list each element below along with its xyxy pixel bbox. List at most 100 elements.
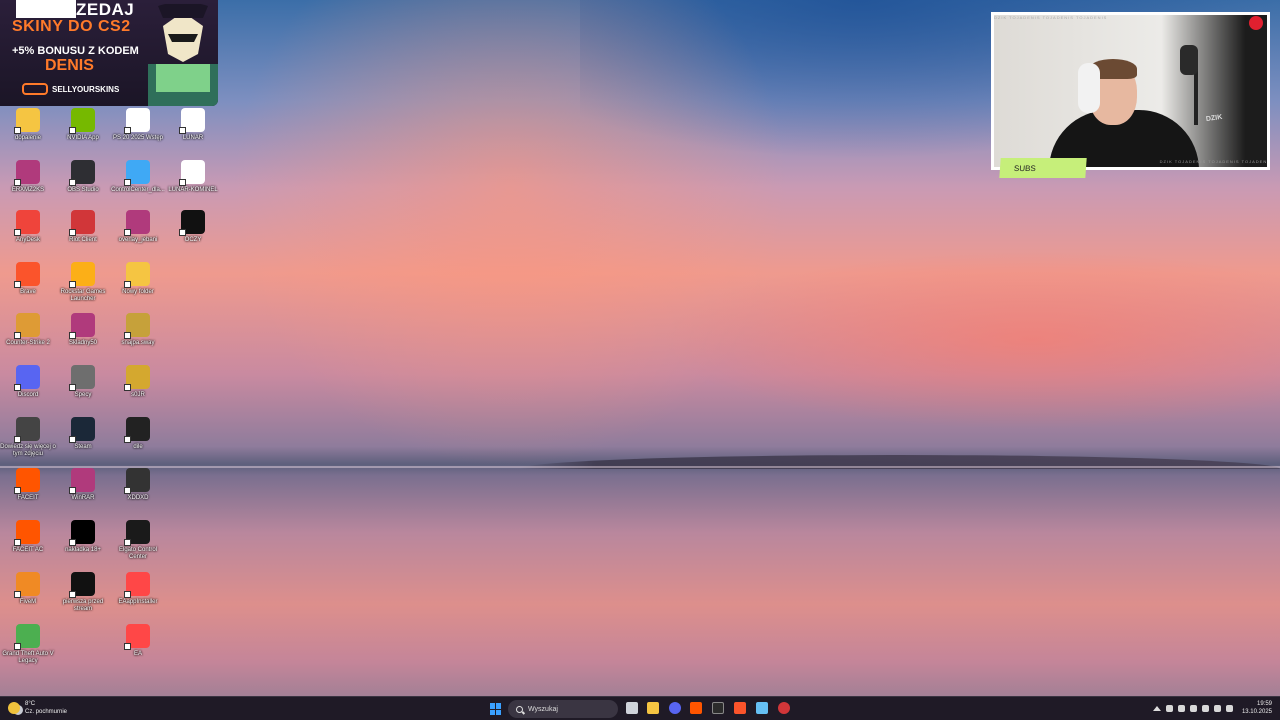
riot-taskbar-icon[interactable] [778,702,790,714]
desktop-icon-label: XDDXD [127,495,149,501]
xbox-taskbar-icon[interactable] [712,702,724,714]
desktop-icon[interactable]: Riot Client [55,210,111,244]
desktop-icon[interactable]: Grand Theft Auto V Legacy [0,624,56,665]
desktop-icon-label: ControlCenter_dla... [111,187,165,193]
desktop-icon[interactable]: Counter-Strike 2 [0,313,56,347]
desktop-icon-label: Specy [74,392,92,398]
taskbar: 8°C Cz. pochmurnie Wyszukaj 19:59 13.10.… [0,696,1280,720]
headphones-icon [1078,63,1100,113]
app-icon [14,468,40,494]
desktop-icon[interactable]: EAappInstaller [110,572,166,606]
app-icon [124,572,150,598]
shortcut-arrow-icon [69,281,76,288]
desktop-icon-label: dopalenie [14,135,42,141]
steam-taskbar-icon[interactable] [756,702,768,714]
file-explorer-icon[interactable] [647,702,659,714]
desktop-icon[interactable]: NVIDIA App [55,108,111,142]
desktop-icon-label: FACEIT [17,495,39,501]
desktop-icon[interactable]: LUNAR-KOMINEL [165,160,221,194]
chevron-up-icon[interactable] [1152,705,1161,711]
desktop-icon-label: Dowiedz się więcej o tym zdjęciu [0,444,56,457]
volume-icon[interactable] [1225,704,1233,712]
desktop-icon[interactable]: pierwsza przed stream [55,572,111,613]
desktop-icon[interactable]: overlay_jebani [110,210,166,244]
taskbar-search[interactable]: Wyszukaj [508,700,618,718]
desktop-icon-label: snajpa.sway [121,340,155,346]
app-icon [14,108,40,134]
desktop-icon[interactable]: ControlCenter_dla... [110,160,166,194]
app-icon [124,365,150,391]
desktop-icon-label: EA [133,651,142,657]
desktop-icon[interactable]: dile [110,417,166,451]
desktop-icon[interactable]: PS 20 2025 Wstęp [110,108,166,142]
desktop-icon[interactable]: FACEIT AC [0,520,56,554]
sellyourskins-icon [22,83,48,95]
shortcut-arrow-icon [14,436,21,443]
desktop-icon-label: LUNAR-KOMINEL [168,187,218,193]
desktop-icon[interactable]: ERXMZ2KS [0,160,56,194]
desktop-icon[interactable]: dopalenie [0,108,56,142]
desktop-icon[interactable]: Dowiedz się więcej o tym zdjęciu [0,417,56,458]
desktop-icon[interactable]: AnyDesk [0,210,56,244]
microphone-tray-icon[interactable] [1201,704,1209,712]
app-icon [124,313,150,339]
banner-logo: SELLYOURSKINS [22,83,119,95]
desktop-icon[interactable]: nakładka 18+ [55,520,111,554]
brave-taskbar-icon[interactable] [734,702,746,714]
shortcut-arrow-icon [14,539,21,546]
tray-app-icon[interactable] [1165,704,1173,712]
desktop-icon-label: Riot Client [69,237,97,243]
desktop-icon-label: FiveM [19,599,37,605]
desktop-icon[interactable]: Steam [55,417,111,451]
desktop-icon[interactable]: Nowy folder [110,262,166,296]
desktop-icon[interactable]: EA [110,624,166,658]
app-icon [14,262,40,288]
shortcut-arrow-icon [69,127,76,134]
discord-taskbar-icon[interactable] [669,702,681,714]
desktop-icon[interactable]: XDDXD [110,468,166,502]
desktop-icon[interactable]: WinRAR [55,468,111,502]
desktop-icon[interactable]: Elgato Control Center [110,520,166,561]
desktop-icon[interactable]: s0JR [110,365,166,399]
desktop-icon[interactable]: FiveM [0,572,56,606]
shortcut-arrow-icon [69,179,76,186]
app-icon [124,210,150,236]
desktop-icon[interactable]: FACEIT [0,468,56,502]
desktop-icon[interactable]: LUNAR [165,108,221,142]
app-icon [14,313,40,339]
shortcut-arrow-icon [179,127,186,134]
desktop-icon[interactable]: Brave [0,262,56,296]
faceit-taskbar-icon[interactable] [690,702,702,714]
banner-bonus-text: +5% BONUSU Z KODEM [12,45,139,57]
app-icon [124,108,150,134]
weather-widget[interactable]: 8°C Cz. pochmurnie [8,700,67,716]
desktop-icon-label: ERXMZ2KS [11,187,45,193]
desktop-icon[interactable]: Skladny50 [55,313,111,347]
desktop-icon-label: Grand Theft Auto V Legacy [2,651,54,664]
network-icon[interactable] [1213,704,1221,712]
app-icon [14,572,40,598]
desktop-icon[interactable]: snajpa.sway [110,313,166,347]
desktop-icon-label: overlay_jebani [118,237,158,243]
desktop-icon[interactable]: OCZY [165,210,221,244]
weather-temperature: 8°C [25,701,36,707]
desktop-icon-label: dile [133,444,143,450]
desktop-icon[interactable]: OBS Studio [55,160,111,194]
app-icon [69,160,95,186]
desktop-icon[interactable]: Rockstar Games Launcher [55,262,111,303]
system-tray: 19:59 13.10.2025 [1152,700,1272,716]
desktop-icon-label: Brave [20,289,36,295]
desktop-icon[interactable]: Discord [0,365,56,399]
app-icon [69,262,95,288]
desktop-icon[interactable]: Specy [55,365,111,399]
banner-redaction [16,0,76,18]
app-icon [14,520,40,546]
clock-time: 19:59 [1256,701,1272,707]
banner-subheadline: SKINY DO CS2 [12,18,131,35]
start-button[interactable] [490,703,502,715]
desktop-icon-label: Elgato Control Center [118,547,158,560]
bluetooth-icon[interactable] [1177,704,1185,712]
task-view-icon[interactable] [626,702,638,714]
system-clock[interactable]: 19:59 13.10.2025 [1242,700,1272,716]
usb-icon[interactable] [1189,704,1197,712]
